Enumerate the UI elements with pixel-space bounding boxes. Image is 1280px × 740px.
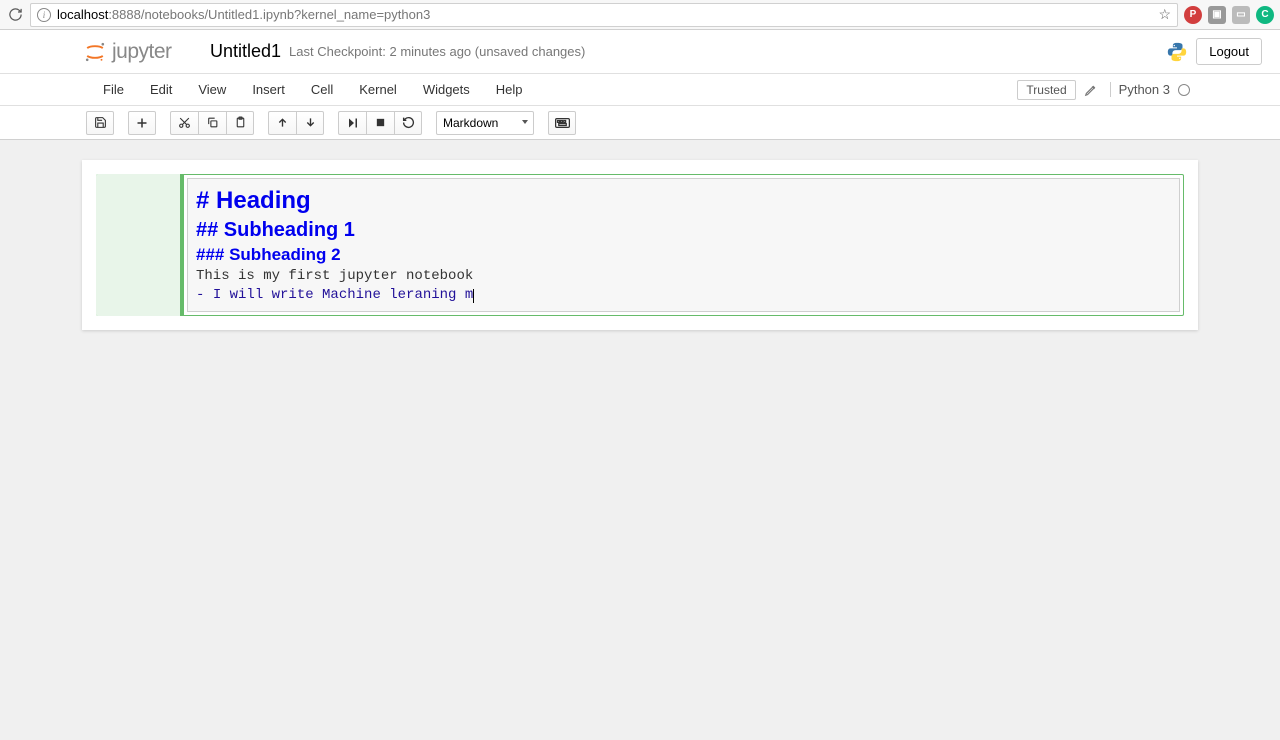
notebook-container: # Heading ## Subheading 1 ### Subheading… bbox=[82, 160, 1198, 330]
bookmark-star-icon[interactable]: ☆ bbox=[1158, 6, 1171, 23]
notebook-title[interactable]: Untitled1 bbox=[210, 41, 281, 62]
menubar: File Edit View Insert Cell Kernel Widget… bbox=[0, 74, 1280, 106]
extension-gray-icon[interactable]: ▣ bbox=[1208, 6, 1226, 24]
extension-stack-icon[interactable]: ▭ bbox=[1232, 6, 1250, 24]
menu-widgets[interactable]: Widgets bbox=[410, 76, 483, 103]
url-bar[interactable]: i localhost:8888/notebooks/Untitled1.ipy… bbox=[30, 3, 1178, 27]
python-icon bbox=[1166, 41, 1188, 63]
kernel-name[interactable]: Python 3 bbox=[1110, 82, 1170, 97]
md-heading-3: ### Subheading 2 bbox=[196, 245, 341, 264]
text-cursor bbox=[473, 289, 474, 303]
extension-p-icon[interactable]: P bbox=[1184, 6, 1202, 24]
cell-editor[interactable]: # Heading ## Subheading 1 ### Subheading… bbox=[187, 178, 1180, 312]
extension-icons: P ▣ ▭ C bbox=[1184, 6, 1274, 24]
toolbar: Markdown bbox=[0, 106, 1280, 140]
copy-button[interactable] bbox=[198, 111, 226, 135]
extension-c-icon[interactable]: C bbox=[1256, 6, 1274, 24]
url-text: localhost:8888/notebooks/Untitled1.ipynb… bbox=[57, 7, 1152, 22]
menu-view[interactable]: View bbox=[185, 76, 239, 103]
site-info-icon[interactable]: i bbox=[37, 8, 51, 22]
jupyter-logo-text: jupyter bbox=[112, 40, 172, 64]
cut-button[interactable] bbox=[170, 111, 198, 135]
md-text-line: This is my first jupyter notebook bbox=[196, 268, 473, 284]
cell-prompt bbox=[96, 174, 184, 316]
logout-button[interactable]: Logout bbox=[1196, 38, 1262, 65]
notebook-header: jupyter Untitled1 Last Checkpoint: 2 min… bbox=[0, 30, 1280, 74]
pencil-icon[interactable] bbox=[1084, 83, 1098, 97]
command-palette-button[interactable] bbox=[548, 111, 576, 135]
menu-edit[interactable]: Edit bbox=[137, 76, 185, 103]
menu-file[interactable]: File bbox=[90, 76, 137, 103]
insert-cell-button[interactable] bbox=[128, 111, 156, 135]
markdown-cell[interactable]: # Heading ## Subheading 1 ### Subheading… bbox=[96, 174, 1184, 316]
interrupt-button[interactable] bbox=[366, 111, 394, 135]
md-heading-2: ## Subheading 1 bbox=[196, 219, 355, 241]
notebook-body: # Heading ## Subheading 1 ### Subheading… bbox=[0, 140, 1280, 740]
trusted-badge[interactable]: Trusted bbox=[1017, 80, 1075, 100]
reload-button[interactable] bbox=[6, 6, 24, 24]
checkpoint-status: Last Checkpoint: 2 minutes ago (unsaved … bbox=[289, 44, 585, 59]
jupyter-logo[interactable]: jupyter bbox=[82, 39, 172, 65]
move-up-button[interactable] bbox=[268, 111, 296, 135]
cell-type-select[interactable]: Markdown bbox=[436, 111, 534, 135]
md-list-text: I will write Machine leraning m bbox=[213, 287, 473, 303]
menu-insert[interactable]: Insert bbox=[239, 76, 298, 103]
save-button[interactable] bbox=[86, 111, 114, 135]
browser-address-bar: i localhost:8888/notebooks/Untitled1.ipy… bbox=[0, 0, 1280, 30]
restart-button[interactable] bbox=[394, 111, 422, 135]
md-list-marker: - bbox=[196, 287, 213, 303]
menu-cell[interactable]: Cell bbox=[298, 76, 346, 103]
md-heading-1: # Heading bbox=[196, 187, 311, 214]
menu-kernel[interactable]: Kernel bbox=[346, 76, 410, 103]
run-button[interactable] bbox=[338, 111, 366, 135]
jupyter-logo-icon bbox=[82, 39, 108, 65]
kernel-status-icon bbox=[1178, 84, 1190, 96]
move-down-button[interactable] bbox=[296, 111, 324, 135]
menu-help[interactable]: Help bbox=[483, 76, 536, 103]
paste-button[interactable] bbox=[226, 111, 254, 135]
